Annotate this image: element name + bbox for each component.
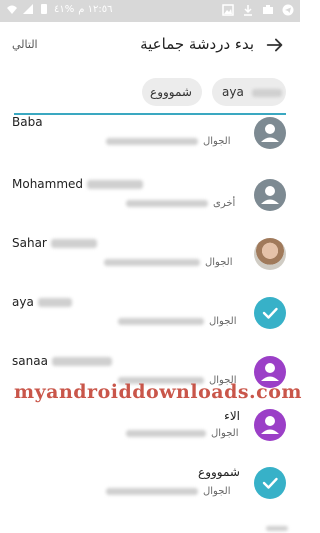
status-bar: ١٢:٥٦ م %٤١ [0,0,300,22]
watermark: myandroiddownloads.com [14,381,303,403]
wifi-icon [7,5,17,14]
blurred-surname [87,179,144,189]
chip-shmooo[interactable]: شموووع [142,78,202,106]
contact-name: Sahar [12,236,97,250]
avatar [254,409,286,441]
person-icon [261,186,279,204]
contact-phone: أخرى [126,198,235,209]
contact-name: الاء [224,409,240,423]
contact-name: sanaa [12,354,112,368]
chip-label: aya [222,85,244,99]
download-icon [244,5,252,16]
list-item[interactable]: Sahar الجوال [0,230,300,289]
status-left: ١٢:٥٦ م %٤١ [6,3,113,15]
next-row-fragment [266,524,288,533]
blurred-text [266,526,288,531]
avatar-selected [254,297,286,329]
list-item[interactable]: Baba الجوال [0,115,300,168]
blurred-number [106,488,198,495]
list-item[interactable]: الاء الجوال [0,401,300,460]
chip-aya[interactable]: aya [212,78,286,106]
blurred-number [104,259,200,266]
checkmark-icon [262,477,278,489]
blurred-surname [50,238,97,248]
blurred-number [118,318,204,325]
toolbar: بدء دردشة جماعية التالي [0,22,300,68]
blurred-number [126,430,206,437]
person-icon [261,124,279,142]
selected-chips: aya شموووع [0,74,300,114]
contact-phone: الجوال [106,136,231,147]
contact-name: Mohammed [12,177,144,191]
contact-name: Baba [12,115,43,129]
contact-name: aya [12,295,72,309]
person-icon [261,416,279,434]
page-title: بدء دردشة جماعية [140,35,254,53]
signal-icon [23,4,33,14]
checkmark-icon [262,307,278,319]
battery-percent: %٤١ [54,3,75,15]
app-icon [263,5,273,14]
blurred-surname [37,297,72,307]
avatar-selected [254,467,286,499]
list-item[interactable]: Mohammed أخرى [0,171,300,230]
avatar [254,117,286,149]
avatar [254,179,286,211]
contact-name: شموووع [198,465,240,479]
status-right [222,4,294,16]
gallery-icon [222,4,234,16]
contact-phone: الجوال [104,257,233,268]
chip-label: شموووع [150,85,192,99]
next-button[interactable]: التالي [12,38,38,51]
contact-phone: الجوال [118,316,237,327]
blurred-number [126,200,208,207]
blurred-surname [251,88,282,97]
telegram-icon [282,4,294,16]
clock: ١٢:٥٦ م [78,3,113,15]
list-item[interactable]: شموووع الجوال [0,459,300,518]
contact-photo [254,238,286,270]
contact-list: Baba الجوال Mohammed أخرى Sahar الجوال a… [0,115,300,533]
list-item[interactable]: aya الجوال [0,289,300,348]
battery-icon [41,4,47,14]
contact-phone: الجوال [106,486,231,497]
arrow-right-icon[interactable] [264,34,286,56]
blurred-number [106,138,198,145]
contact-phone: الجوال [126,428,239,439]
blurred-surname [51,356,112,366]
